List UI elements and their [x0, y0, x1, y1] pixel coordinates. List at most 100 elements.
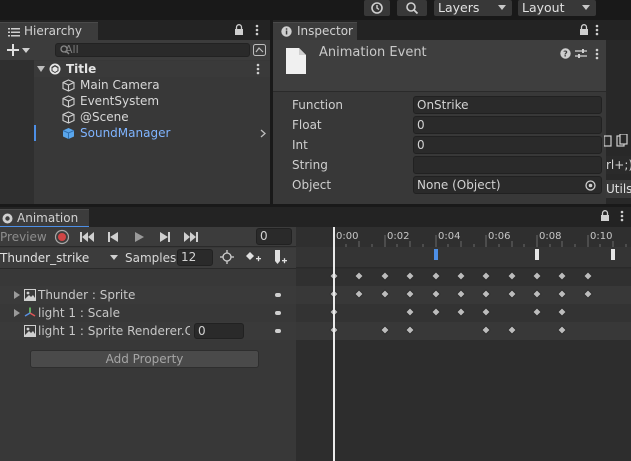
property-label: light 1 : Sprite Renderer.Colo — [38, 324, 190, 338]
object-field[interactable]: None (Object) — [413, 176, 602, 194]
kebab-menu-icon[interactable] — [620, 210, 624, 222]
hierarchy-item[interactable]: @Scene — [60, 109, 270, 125]
chevron-down-icon — [582, 5, 590, 10]
presets-icon[interactable] — [575, 48, 587, 59]
first-frame-icon[interactable] — [79, 231, 95, 243]
kebab-menu-icon[interactable] — [255, 24, 259, 36]
layout-dropdown-label: Layout — [522, 0, 565, 15]
tab-animation[interactable]: Animation — [0, 209, 89, 227]
search-button[interactable] — [397, 0, 427, 16]
history-icon — [371, 2, 383, 14]
property-value-field[interactable]: 0 — [194, 323, 244, 339]
samples-field[interactable]: 12 — [177, 249, 213, 266]
clip-dropdown[interactable]: Thunder_strike — [0, 249, 120, 267]
event-marker — [535, 249, 539, 260]
frame-field[interactable]: 0 — [256, 228, 292, 245]
tab-hierarchy[interactable]: Hierarchy — [0, 22, 98, 40]
event-track[interactable] — [296, 247, 631, 268]
lock-icon[interactable] — [600, 210, 610, 222]
property-row[interactable]: light 1 : Scale — [0, 304, 296, 322]
ruler-label: 0:02 — [387, 231, 410, 242]
chevron-down-icon — [498, 5, 506, 10]
ruler-label: 0:10 — [590, 231, 613, 242]
expand-arrow-icon[interactable] — [14, 309, 20, 317]
ruler-label: 0:00 — [336, 231, 359, 242]
timeline-ruler[interactable]: 0:00 0:02 0:04 0:06 0:08 0:10 — [296, 227, 631, 247]
chevron-down-icon — [22, 48, 30, 53]
expand-arrow-icon[interactable] — [14, 291, 20, 299]
search-input[interactable]: All — [55, 43, 250, 57]
layout-dropdown[interactable]: Layout — [518, 0, 596, 16]
inspector-title: Animation Event — [319, 45, 427, 60]
next-frame-icon[interactable] — [158, 231, 172, 243]
play-icon[interactable] — [133, 231, 145, 243]
gameobject-cube-icon — [62, 111, 75, 124]
hierarchy-tab-label: Hierarchy — [24, 24, 83, 38]
selection-marker — [34, 125, 36, 141]
ruler-label: 0:04 — [438, 231, 461, 242]
hierarchy-item[interactable]: Main Camera — [60, 77, 270, 93]
gameobject-cube-icon — [62, 79, 75, 92]
property-row[interactable]: Thunder : Sprite — [0, 286, 296, 304]
kebab-menu-icon[interactable] — [595, 24, 599, 36]
layers-dropdown[interactable]: Layers — [434, 0, 512, 16]
int-label: Int — [292, 138, 308, 152]
last-frame-icon[interactable] — [183, 231, 199, 243]
tab-inspector[interactable]: Inspector — [273, 22, 357, 40]
property-options-icon[interactable] — [275, 311, 281, 315]
function-label: Function — [292, 98, 344, 112]
shortcut-field[interactable]: rl+;) — [606, 156, 631, 174]
create-button[interactable] — [7, 42, 35, 58]
kebab-menu-icon[interactable] — [595, 48, 599, 60]
property-options-icon[interactable] — [275, 329, 281, 333]
float-label: Float — [292, 118, 322, 132]
property-label: light 1 : Scale — [38, 306, 121, 320]
int-field[interactable]: 0 — [413, 136, 602, 154]
hierarchy-item[interactable]: EventSystem — [60, 93, 270, 109]
help-icon[interactable]: ? — [560, 48, 571, 59]
record-icon[interactable] — [54, 229, 70, 245]
playhead[interactable] — [333, 227, 335, 461]
animation-window: Animation Preview 0 Thunder_strike Sampl… — [0, 207, 631, 461]
animation-clock-icon — [2, 213, 13, 224]
ruler-label: 0:06 — [488, 231, 511, 242]
hierarchy-item-label: Main Camera — [80, 78, 160, 92]
preview-button[interactable]: Preview — [0, 228, 47, 246]
property-row[interactable]: light 1 : Sprite Renderer.Colo 0 — [0, 322, 296, 340]
add-keyframe-icon[interactable] — [245, 250, 262, 264]
document-icon — [286, 48, 306, 74]
add-event-icon[interactable] — [272, 249, 288, 265]
expand-arrow-icon[interactable] — [37, 65, 45, 73]
history-button[interactable] — [364, 0, 390, 16]
previous-frame-icon[interactable] — [106, 231, 120, 243]
search-placeholder: All — [65, 43, 79, 56]
lock-icon[interactable] — [579, 24, 589, 36]
lock-icon[interactable] — [234, 24, 244, 36]
animation-tab-label: Animation — [17, 211, 79, 225]
copy-icon[interactable] — [604, 134, 630, 148]
object-picker-icon[interactable] — [585, 180, 596, 191]
unity-scene-icon — [49, 63, 61, 75]
info-icon — [281, 26, 292, 37]
function-field[interactable]: OnStrike — [413, 96, 602, 114]
utils-button[interactable]: Utils — [606, 180, 631, 198]
property-options-icon[interactable] — [275, 293, 281, 297]
right-tabbar — [606, 20, 631, 40]
scene-row[interactable]: Title — [34, 61, 270, 77]
clip-name: Thunder_strike — [0, 251, 90, 265]
key-filter-icon[interactable] — [220, 250, 234, 264]
string-field[interactable] — [413, 156, 602, 174]
float-field[interactable]: 0 — [413, 116, 602, 134]
scene-filter-icon[interactable] — [253, 44, 266, 56]
hierarchy-item-label: @Scene — [80, 110, 129, 124]
gameobject-cube-icon — [62, 95, 75, 108]
hierarchy-item-selected[interactable]: SoundManager — [60, 125, 270, 141]
plus-icon — [7, 44, 19, 56]
hierarchy-panel: Hierarchy All Title Main Camera EventSys… — [0, 20, 270, 204]
chevron-down-icon — [110, 255, 118, 260]
main-toolbar: Layers Layout — [0, 0, 631, 20]
add-property-button[interactable]: Add Property — [30, 350, 259, 368]
kebab-menu-icon[interactable] — [256, 63, 260, 75]
sprite-renderer-icon — [24, 325, 36, 337]
chevron-right-icon[interactable] — [260, 129, 266, 138]
